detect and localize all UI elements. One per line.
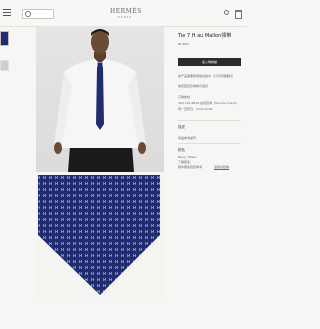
account-icon[interactable] (224, 10, 229, 16)
logo-text: HERMÈS (110, 8, 142, 15)
section-color-text: Navy / Blanc (178, 155, 197, 159)
brand-logo[interactable]: HERMÈS PARIS (110, 8, 142, 19)
thumbnail-model[interactable] (0, 60, 9, 71)
product-photo-model (36, 26, 164, 172)
divider (178, 120, 241, 121)
divider (178, 143, 241, 144)
section-description-title[interactable]: 描述 (178, 125, 185, 130)
menu-icon[interactable] (3, 9, 11, 16)
thumbnail-tie[interactable] (0, 31, 9, 46)
model-illustration (54, 29, 146, 172)
bottom-fade (0, 296, 247, 329)
section-more-line2: 寄件服务运费参考 (178, 165, 203, 169)
section-description-text: 商品参考编号 (178, 136, 197, 140)
tie-closeup-illustration (38, 175, 160, 295)
search-input[interactable] (22, 9, 54, 19)
product-photo-tie (36, 175, 164, 298)
site-header: HERMÈS PARIS (0, 0, 247, 27)
product-note-1: 本产品需要使用缝纫技术（只可清理面料） (178, 74, 236, 78)
section-color-title[interactable]: 颜色 (178, 148, 185, 153)
return-policy-link[interactable]: 退换货政策 (214, 165, 229, 169)
shopping-bag-icon[interactable] (235, 10, 242, 19)
order-hours: 周一至周日，9:00-20:00 (178, 107, 213, 111)
product-price: ¥1,850 (178, 42, 189, 46)
section-more-line1: 了解更多： (178, 160, 194, 164)
add-to-bag-button[interactable]: 加入购物袋 (178, 58, 241, 66)
product-title: Tie 7 H au Mallon领带 (178, 33, 232, 39)
logo-subtext: PARIS (117, 15, 133, 19)
product-note-2: 免费配送及购物可退货 (178, 84, 209, 88)
search-icon (25, 11, 31, 17)
order-label: 订购热线 (178, 95, 191, 99)
order-phone[interactable]: 400 120 8839 在线咨询（Service Client) (178, 101, 237, 105)
